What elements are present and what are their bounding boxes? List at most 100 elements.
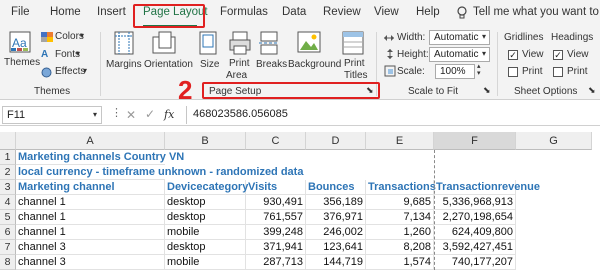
sheet-options-dialog-launcher-icon[interactable]: ⬊ — [588, 85, 596, 96]
table-cell[interactable]: 8,208 — [366, 240, 434, 255]
table-cell[interactable]: mobile — [165, 255, 246, 270]
size-button-label[interactable]: Size — [200, 59, 219, 70]
table-cell[interactable]: channel 1 — [16, 225, 165, 240]
tab-file[interactable]: File — [11, 6, 30, 18]
colors-icon[interactable] — [41, 32, 53, 45]
tab-home[interactable]: Home — [50, 6, 81, 18]
table-cell[interactable]: 9,685 — [366, 195, 434, 210]
table-cell[interactable]: 624,409,800 — [434, 225, 516, 240]
height-dropdown[interactable]: Automatic — [429, 47, 490, 62]
table-header-cell[interactable]: Transactionrevenue — [434, 180, 540, 195]
size-icon[interactable] — [199, 31, 217, 58]
name-box-dropdown-icon[interactable]: ▾ — [93, 110, 97, 119]
table-cell[interactable]: channel 1 — [16, 210, 165, 225]
table-cell[interactable]: 287,713 — [246, 255, 306, 270]
tab-review[interactable]: Review — [323, 6, 361, 18]
headings-print-checkbox[interactable] — [553, 67, 563, 77]
background-icon[interactable] — [297, 31, 321, 56]
table-cell[interactable]: 761,557 — [246, 210, 306, 225]
table-cell[interactable]: desktop — [165, 195, 246, 210]
table-header-cell[interactable]: Visits — [246, 180, 306, 195]
table-cell[interactable]: 356,189 — [306, 195, 366, 210]
column-header-f[interactable]: F — [434, 132, 516, 150]
fonts-dropdown-icon[interactable]: ▾ — [76, 49, 80, 58]
table-cell[interactable]: 1,574 — [366, 255, 434, 270]
column-header-a[interactable]: A — [16, 132, 165, 150]
margins-button-label[interactable]: Margins — [106, 59, 142, 70]
orientation-button-label[interactable]: Orientation — [144, 59, 193, 70]
tab-data[interactable]: Data — [282, 6, 306, 18]
print-area-icon[interactable] — [229, 31, 251, 58]
breaks-button-label[interactable]: Breaks — [256, 59, 287, 70]
table-cell[interactable]: 123,641 — [306, 240, 366, 255]
gridlines-print-checkbox[interactable] — [508, 67, 518, 77]
table-cell[interactable]: 399,248 — [246, 225, 306, 240]
print-titles-label-2[interactable]: Titles — [344, 70, 368, 81]
gridlines-view-checkbox[interactable]: ✓ — [508, 50, 518, 60]
row-header[interactable]: 1 — [0, 150, 16, 165]
table-cell[interactable]: 1,260 — [366, 225, 434, 240]
themes-button-label[interactable]: Themes — [4, 57, 40, 68]
row-header[interactable]: 7 — [0, 240, 16, 255]
name-box[interactable]: F11 — [2, 106, 102, 124]
column-header-c[interactable]: C — [246, 132, 306, 150]
orientation-icon[interactable] — [152, 31, 176, 58]
margins-icon[interactable] — [114, 31, 134, 58]
table-cell[interactable]: 7,134 — [366, 210, 434, 225]
width-dropdown[interactable]: Automatic — [429, 30, 490, 45]
tell-me-search[interactable]: Tell me what you want to — [473, 6, 599, 18]
table-cell[interactable]: 376,971 — [306, 210, 366, 225]
headings-view-checkbox[interactable]: ✓ — [553, 50, 563, 60]
table-header-cell[interactable]: Devicecategory — [165, 180, 248, 195]
row-header[interactable]: 3 — [0, 180, 16, 195]
enter-icon[interactable]: ✓ — [145, 107, 155, 121]
table-cell[interactable]: 371,941 — [246, 240, 306, 255]
column-header-g[interactable]: G — [516, 132, 592, 150]
table-cell[interactable]: 740,177,207 — [434, 255, 516, 270]
effects-icon[interactable] — [41, 67, 52, 81]
table-header-cell[interactable]: Marketing channel — [16, 180, 165, 195]
table-cell[interactable]: 3,592,427,451 — [434, 240, 516, 255]
table-cell[interactable]: channel 3 — [16, 255, 165, 270]
width-dropdown-arrow-icon[interactable]: ▾ — [482, 32, 486, 41]
print-titles-label-1[interactable]: Print — [344, 58, 365, 69]
table-header-cell[interactable]: Bounces — [306, 180, 366, 195]
table-cell[interactable]: desktop — [165, 240, 246, 255]
column-header-e[interactable]: E — [366, 132, 434, 150]
column-header-d[interactable]: D — [306, 132, 366, 150]
fonts-icon[interactable]: A — [41, 49, 48, 60]
background-button-label[interactable]: Background — [288, 59, 341, 70]
row-header[interactable]: 5 — [0, 210, 16, 225]
table-cell[interactable]: 144,719 — [306, 255, 366, 270]
table-header-cell[interactable]: Transactions — [366, 180, 436, 195]
effects-dropdown-icon[interactable]: ▾ — [83, 66, 87, 75]
print-area-label-2[interactable]: Area — [226, 70, 247, 81]
table-cell[interactable]: 246,002 — [306, 225, 366, 240]
breaks-icon[interactable] — [259, 31, 279, 58]
height-dropdown-arrow-icon[interactable]: ▾ — [482, 49, 486, 58]
formula-input[interactable]: 468023586.056085 — [186, 106, 598, 124]
table-cell[interactable]: desktop — [165, 210, 246, 225]
print-area-label-1[interactable]: Print — [229, 58, 250, 69]
print-titles-icon[interactable] — [342, 31, 364, 58]
scale-spinner-down-icon[interactable]: ▾ — [477, 69, 481, 77]
row-header[interactable]: 4 — [0, 195, 16, 210]
column-header-b[interactable]: B — [165, 132, 246, 150]
scale-spinner[interactable]: 100% — [435, 64, 475, 79]
insert-function-button[interactable]: fx — [164, 108, 174, 121]
cell-a2[interactable]: local currency - timeframe unknown - ran… — [16, 165, 303, 180]
table-cell[interactable]: channel 3 — [16, 240, 165, 255]
tab-help[interactable]: Help — [416, 6, 440, 18]
cancel-icon[interactable]: ✕ — [126, 108, 136, 122]
tab-insert[interactable]: Insert — [97, 6, 126, 18]
table-cell[interactable]: 5,336,968,913 — [434, 195, 516, 210]
table-cell[interactable]: channel 1 — [16, 195, 165, 210]
table-cell[interactable]: 930,491 — [246, 195, 306, 210]
cell-a1[interactable]: Marketing channels Country VN — [16, 150, 184, 165]
colors-dropdown-icon[interactable]: ▾ — [80, 31, 84, 40]
table-cell[interactable]: mobile — [165, 225, 246, 240]
table-cell[interactable]: 2,270,198,654 — [434, 210, 516, 225]
row-header[interactable]: 2 — [0, 165, 16, 180]
tab-formulas[interactable]: Formulas — [220, 6, 268, 18]
effects-button[interactable]: Effects — [55, 66, 85, 77]
